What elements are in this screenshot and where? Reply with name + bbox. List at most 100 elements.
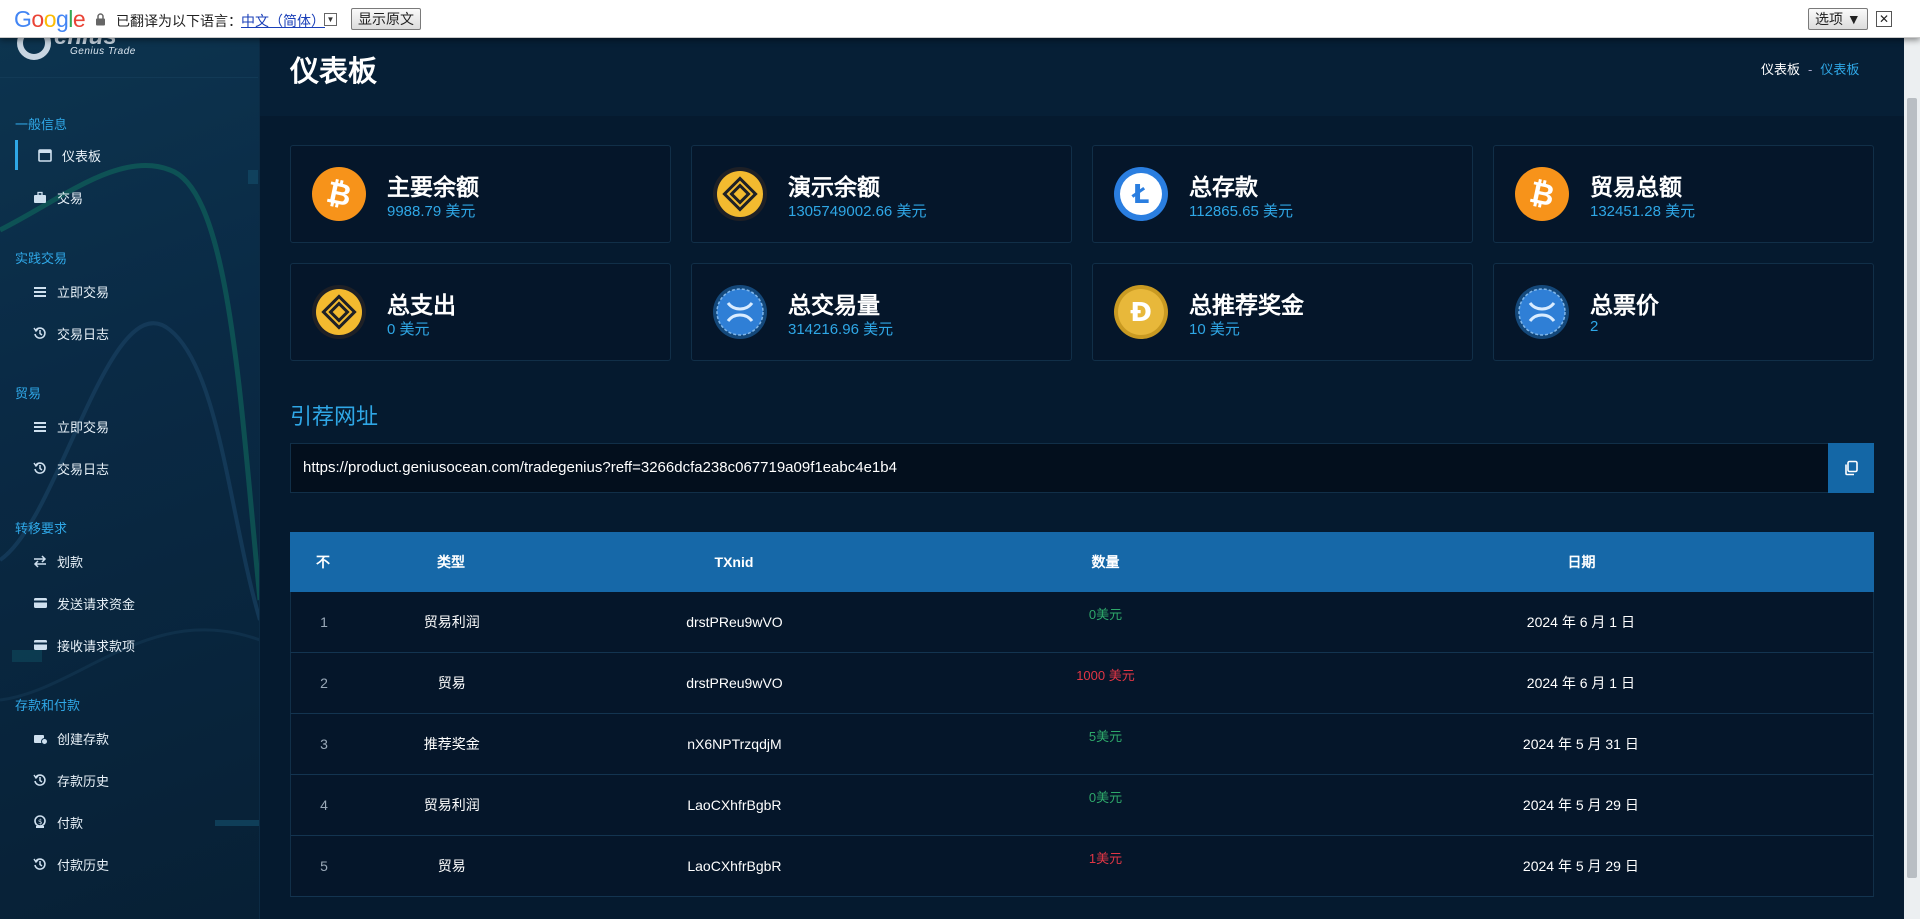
row-date: 2024 年 6 月 1 日 <box>1526 675 1635 691</box>
row-date: 2024 年 5 月 31 日 <box>1522 736 1639 752</box>
sidebar-item[interactable]: 接收请求款项 <box>15 630 245 660</box>
svg-text:$: $ <box>38 818 42 826</box>
sidebar-item[interactable]: 发送请求资金 <box>15 588 245 618</box>
ripple-icon <box>1514 284 1570 340</box>
breadcrumb-separator: - <box>1808 62 1813 77</box>
stat-card: 总票价 2 <box>1493 263 1874 361</box>
header-txid: TXnid <box>714 554 754 570</box>
bitcoin-icon: ₿ <box>311 166 367 222</box>
logo-subtitle: Genius Trade <box>70 46 136 57</box>
row-amount: 1000 美元 <box>1076 667 1135 683</box>
litecoin-icon: Ł <box>1113 166 1169 222</box>
sidebar-item-label: 划款 <box>57 554 84 570</box>
table-row: 4 贸易利润 LaoCXhfrBgbR 0美元 2024 年 5 月 29 日 <box>290 775 1874 836</box>
sidebar-item[interactable]: 付款历史 <box>15 849 245 879</box>
stat-card-title: 总交易量 <box>788 292 880 318</box>
sidebar-item[interactable]: 交易日志 <box>15 318 245 348</box>
sidebar-item[interactable]: 交易日志 <box>15 453 245 483</box>
sidebar-item-label: 创建存款 <box>57 731 110 747</box>
sidebar-item[interactable]: 交易 <box>15 182 245 212</box>
table-row: 2 贸易 drstPReu9wVO 1000 美元 2024 年 6 月 1 日 <box>290 653 1874 714</box>
row-txid: LaoCXhfrBgbR <box>687 797 782 813</box>
sidebar-item-label: 付款 <box>57 815 84 831</box>
row-type: 贸易利润 <box>423 614 480 630</box>
sidebar-section-title: 存款和付款 <box>15 698 81 713</box>
card-icon <box>33 597 53 609</box>
scrollbar-thumb[interactable] <box>1907 98 1917 878</box>
sidebar-item-label: 发送请求资金 <box>57 596 136 612</box>
row-type: 贸易 <box>437 858 466 874</box>
copy-button[interactable] <box>1828 443 1874 493</box>
stat-card-title: 总推荐奖金 <box>1189 292 1304 318</box>
list-icon <box>33 420 53 433</box>
ripple-icon <box>712 284 768 340</box>
table-header: 不 类型 TXnid 数量 日期 <box>290 532 1874 592</box>
svg-text:Ð: Ð <box>1130 298 1152 328</box>
sidebar-item-label: 交易日志 <box>57 326 110 342</box>
sidebar-item[interactable]: 划款 <box>15 546 245 576</box>
sidebar-item[interactable]: 立即交易 <box>15 276 245 306</box>
stat-card-title: 贸易总额 <box>1590 174 1682 200</box>
google-logo-letter: e <box>72 6 86 32</box>
show-original-button[interactable]: 显示原文 <box>351 8 421 30</box>
language-link[interactable]: 中文（简体） <box>241 11 325 31</box>
history-icon <box>33 461 53 475</box>
stat-card: 总支出 0 美元 <box>290 263 671 361</box>
row-amount: 5美元 <box>1088 728 1123 744</box>
payment-icon: $ <box>33 815 53 829</box>
row-number: 3 <box>320 736 328 752</box>
page-scrollbar[interactable] <box>1904 38 1920 919</box>
sidebar-item[interactable]: 仪表板 <box>15 140 245 170</box>
stat-card-title: 演示余额 <box>788 174 880 200</box>
row-date: 2024 年 5 月 29 日 <box>1522 797 1639 813</box>
breadcrumb: 仪表板 - 仪表板 <box>1761 59 1859 78</box>
table-row: 5 贸易 LaoCXhfrBgbR 1美元 2024 年 5 月 29 日 <box>290 836 1874 897</box>
referral-url-field[interactable]: https://product.geniusocean.com/tradegen… <box>290 443 1829 493</box>
sidebar-item[interactable]: 存款历史 <box>15 765 245 795</box>
stat-card-title: 主要余额 <box>387 174 479 200</box>
sidebar-item[interactable]: 创建存款 <box>15 723 245 753</box>
google-logo-letter: G <box>14 6 32 32</box>
stat-card-value: 2 <box>1590 318 1599 335</box>
sidebar-item-label: 仪表板 <box>62 148 102 164</box>
row-txid: drstPReu9wVO <box>686 675 783 691</box>
sidebar-item[interactable]: 立即交易 <box>15 411 245 441</box>
google-logo-letter: g <box>55 6 69 32</box>
row-amount: 0美元 <box>1088 789 1123 805</box>
close-icon[interactable]: ✕ <box>1876 11 1892 27</box>
row-type: 推荐奖金 <box>423 736 480 752</box>
row-type: 贸易 <box>437 675 466 691</box>
sidebar-item-label: 立即交易 <box>57 419 110 435</box>
binance-icon <box>311 284 367 340</box>
sidebar-item-label: 付款历史 <box>57 857 110 873</box>
options-button[interactable]: 选项 ▼ <box>1808 8 1868 30</box>
stat-card-value: 0 美元 <box>387 321 430 338</box>
row-type: 贸易利润 <box>423 797 480 813</box>
stat-card: ₿ 贸易总额 132451.28 美元 <box>1493 145 1874 243</box>
logo-divider <box>0 77 258 78</box>
sidebar-item[interactable]: $ 付款 <box>15 807 245 837</box>
page-title: 仪表板 <box>290 56 378 88</box>
referral-title: 引荐网址 <box>290 404 379 429</box>
row-amount: 0美元 <box>1088 606 1123 622</box>
stat-card-value: 10 美元 <box>1189 321 1240 338</box>
history-icon <box>33 857 53 871</box>
sidebar-item-label: 交易 <box>57 190 84 206</box>
table-row: 3 推荐奖金 nX6NPTrzqdjM 5美元 2024 年 5 月 31 日 <box>290 714 1874 775</box>
table-row: 1 贸易利润 drstPReu9wVO 0美元 2024 年 6 月 1 日 <box>290 592 1874 653</box>
stat-card: Ð 总推荐奖金 10 美元 <box>1092 263 1473 361</box>
google-translate-bar: Google 已翻译为以下语言： 中文（简体） ▼ 显示原文 选项 ▼ ✕ <box>0 0 1920 38</box>
card-icon <box>33 639 53 651</box>
language-dropdown-icon[interactable]: ▼ <box>324 13 337 26</box>
stat-card-title: 总票价 <box>1590 292 1659 318</box>
history-icon <box>33 773 53 787</box>
dogecoin-icon: Ð <box>1113 284 1169 340</box>
stat-card-value: 9988.79 美元 <box>387 203 476 220</box>
stat-card: ₿ 主要余额 9988.79 美元 <box>290 145 671 243</box>
breadcrumb-home[interactable]: 仪表板 <box>1761 62 1800 77</box>
google-logo: Google <box>14 6 86 33</box>
bitcoin-icon: ₿ <box>1514 166 1570 222</box>
stat-card: Ł 总存款 112865.65 美元 <box>1092 145 1473 243</box>
breadcrumb-current: 仪表板 <box>1820 62 1860 77</box>
stat-card-value: 112865.65 美元 <box>1189 203 1293 220</box>
